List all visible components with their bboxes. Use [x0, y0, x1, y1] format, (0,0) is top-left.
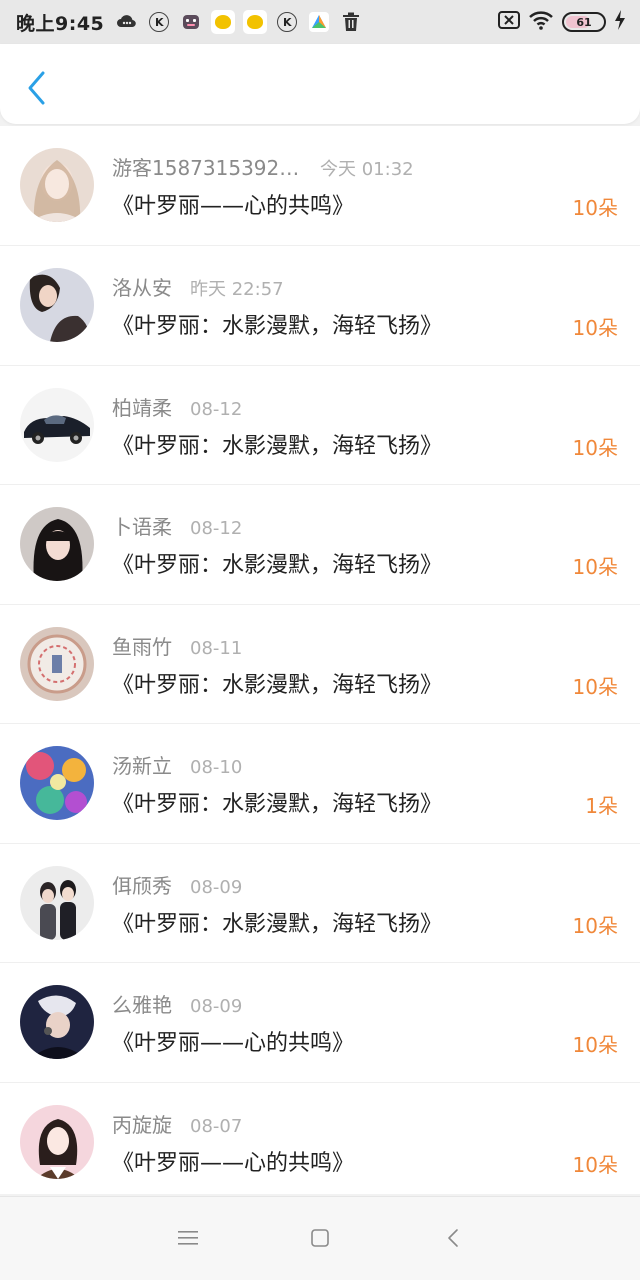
item-date: 08-12 [190, 398, 243, 420]
list-item[interactable]: 柏靖柔 08-12 《叶罗丽：水影漫默，海轻飞扬》 10朵 [0, 366, 640, 485]
item-meta: 洛从安 昨天 22:57 [112, 272, 284, 301]
home-square-icon [311, 1229, 329, 1247]
flower-count: 1朵 [585, 794, 618, 818]
item-date: 08-07 [190, 1115, 243, 1137]
user-name: 卜语柔 [112, 515, 172, 539]
system-nav-bar [0, 1196, 640, 1280]
item-date: 08-09 [190, 876, 243, 898]
item-meta: 么雅艳 08-09 [112, 989, 242, 1018]
prism-icon [306, 9, 332, 35]
user-name: 柏靖柔 [112, 395, 172, 420]
item-meta: 柏靖柔 08-12 [112, 392, 242, 421]
avatar[interactable] [20, 1104, 94, 1179]
sim-off-icon [498, 11, 520, 33]
avatar[interactable] [20, 985, 94, 1059]
work-title: 《叶罗丽——心的共鸣》 [112, 1150, 355, 1176]
item-date: 08-10 [190, 757, 243, 778]
user-name: 佴颀秀 [112, 873, 172, 898]
item-meta: 汤新立 08-10 [112, 750, 242, 779]
list-item[interactable]: 佴颀秀 08-09 《叶罗丽：水影漫默，海轻飞扬》 10朵 [0, 844, 640, 963]
k-icon: K [146, 9, 172, 35]
charging-icon [614, 10, 626, 34]
trash-icon [338, 9, 364, 35]
item-date: 08-11 [190, 637, 243, 659]
item-meta: 鱼雨竹 08-11 [112, 631, 242, 660]
yellow-face-icon [242, 9, 268, 35]
flower-count: 10朵 [572, 1033, 618, 1057]
menu-button[interactable] [173, 1223, 203, 1253]
chevron-left-icon [28, 71, 45, 105]
flower-count: 10朵 [572, 196, 618, 220]
avatar[interactable] [20, 148, 94, 222]
user-name: 丙旋旋 [112, 1112, 172, 1137]
nav-bar [0, 44, 640, 124]
user-name: 鱼雨竹 [112, 634, 172, 659]
item-meta: 佴颀秀 08-09 [112, 870, 242, 899]
list-item[interactable]: 洛从安 昨天 22:57 《叶罗丽：水影漫默，海轻飞扬》 10朵 [0, 246, 640, 366]
list-item[interactable]: 鱼雨竹 08-11 《叶罗丽：水影漫默，海轻飞扬》 10朵 [0, 605, 640, 724]
list-item[interactable]: 游客15873153927... 今天 01:32 《叶罗丽——心的共鸣》 10… [0, 126, 640, 246]
item-date: 08-12 [190, 518, 243, 539]
work-title: 《叶罗丽：水影漫默，海轻飞扬》 [112, 672, 443, 698]
work-title: 《叶罗丽：水影漫默，海轻飞扬》 [112, 433, 443, 459]
work-title: 《叶罗丽：水影漫默，海轻飞扬》 [112, 792, 443, 817]
flower-count: 10朵 [572, 674, 618, 699]
status-bar: 晚上9:45 K K 61 [0, 0, 640, 44]
wifi-icon [528, 10, 554, 34]
flower-count: 10朵 [572, 316, 618, 340]
item-date: 今天 01:32 [320, 159, 414, 180]
item-date: 08-09 [190, 996, 243, 1017]
back-triangle-icon [448, 1229, 458, 1247]
avatar[interactable] [20, 626, 94, 701]
flower-count: 10朵 [572, 435, 618, 460]
avatar[interactable] [20, 746, 94, 820]
user-name: 汤新立 [112, 754, 172, 778]
system-back-button[interactable] [438, 1223, 468, 1253]
k-icon: K [274, 9, 300, 35]
work-title: 《叶罗丽：水影漫默，海轻飞扬》 [112, 314, 443, 339]
back-button[interactable] [18, 68, 54, 108]
list-item[interactable]: 卜语柔 08-12 《叶罗丽：水影漫默，海轻飞扬》 10朵 [0, 485, 640, 605]
battery-icon: 61 [562, 12, 606, 32]
avatar[interactable] [20, 865, 94, 940]
work-title: 《叶罗丽——心的共鸣》 [112, 194, 355, 219]
item-meta: 游客15873153927... 今天 01:32 [112, 152, 414, 181]
status-time: 晚上9:45 [16, 12, 105, 35]
avatar[interactable] [20, 507, 94, 581]
avatar[interactable] [20, 268, 94, 342]
work-title: 《叶罗丽：水影漫默，海轻飞扬》 [112, 911, 443, 937]
battery-level: 61 [576, 15, 592, 29]
flower-count: 10朵 [572, 555, 618, 579]
list-item[interactable]: 丙旋旋 08-07 《叶罗丽——心的共鸣》 10朵 [0, 1083, 640, 1195]
item-date: 昨天 22:57 [190, 279, 284, 300]
user-name: 么雅艳 [112, 993, 172, 1017]
avatar[interactable] [20, 387, 94, 462]
gift-list: 游客15873153927... 今天 01:32 《叶罗丽——心的共鸣》 10… [0, 126, 640, 1194]
flower-count: 10朵 [572, 913, 618, 938]
list-item[interactable]: 么雅艳 08-09 《叶罗丽——心的共鸣》 10朵 [0, 963, 640, 1083]
cloud-chat-icon [114, 9, 140, 35]
work-title: 《叶罗丽：水影漫默，海轻飞扬》 [112, 553, 443, 578]
home-button[interactable] [305, 1223, 335, 1253]
flower-count: 10朵 [572, 1152, 618, 1177]
user-name: 游客15873153927... [112, 156, 302, 180]
item-meta: 卜语柔 08-12 [112, 511, 242, 540]
item-meta: 丙旋旋 08-07 [112, 1109, 242, 1138]
yellow-face-icon [210, 9, 236, 35]
status-right: 61 [498, 10, 626, 34]
menu-icon [178, 1231, 198, 1245]
robot-face-icon [178, 9, 204, 35]
work-title: 《叶罗丽——心的共鸣》 [112, 1031, 355, 1056]
list-item[interactable]: 汤新立 08-10 《叶罗丽：水影漫默，海轻飞扬》 1朵 [0, 724, 640, 844]
user-name: 洛从安 [112, 276, 172, 300]
